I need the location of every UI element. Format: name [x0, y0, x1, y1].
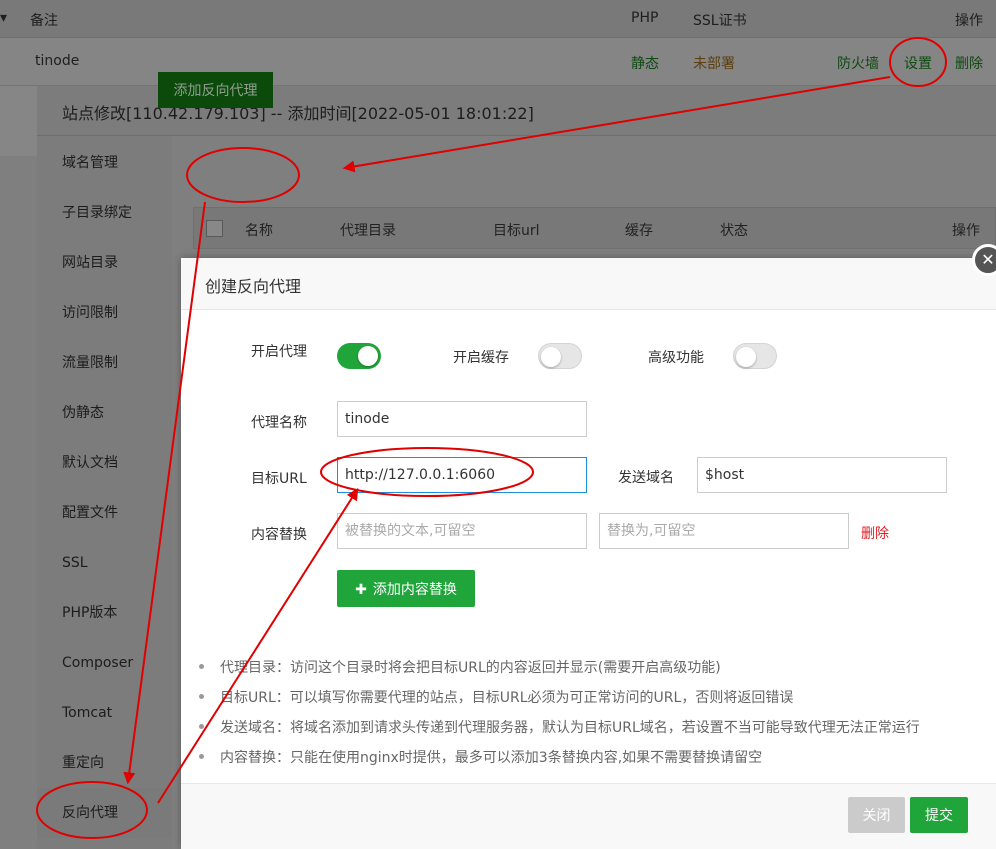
firewall-link[interactable]: 防火墙	[837, 53, 879, 73]
site-ssl-status[interactable]: 未部署	[693, 53, 735, 73]
target-url-input[interactable]	[337, 457, 587, 493]
sidebar-item-subdir[interactable]: 子目录绑定	[37, 188, 172, 238]
select-all-checkbox[interactable]	[206, 220, 223, 237]
close-icon[interactable]: ✕	[972, 244, 996, 276]
send-domain-input[interactable]	[697, 457, 947, 493]
target-url-label: 目标URL	[251, 471, 307, 487]
site-php-status[interactable]: 静态	[631, 53, 659, 73]
enable-proxy-label: 开启代理	[251, 344, 307, 360]
toggle-knob	[358, 346, 378, 366]
chevron-down-icon: ▾	[0, 10, 8, 26]
site-row: tinode 静态 未部署 防火墙 设置 删除	[0, 38, 996, 86]
add-content-replace-button[interactable]: ✚ 添加内容替换	[337, 570, 475, 607]
create-proxy-title-bar: 创建反向代理	[181, 258, 996, 310]
add-content-replace-label: 添加内容替换	[372, 581, 457, 598]
col-status: 状态	[720, 223, 748, 239]
sidebar-item-redirect[interactable]: 重定向	[37, 738, 172, 788]
site-settings-sidebar: 域名管理 子目录绑定 网站目录 访问限制 流量限制 伪静态 默认文档 配置文件 …	[37, 136, 172, 849]
submit-button[interactable]: 提交	[910, 797, 968, 833]
site-name[interactable]: tinode	[35, 53, 79, 69]
help-text: 代理目录：访问这个目录时将会把目标URL的内容返回并显示(需要开启高级功能)	[220, 660, 721, 676]
enable-cache-label: 开启缓存	[453, 350, 509, 366]
replace-label: 内容替换	[251, 527, 307, 543]
site-list-header: ▾ 备注 PHP SSL证书 操作	[0, 0, 996, 38]
sidebar-item-composer[interactable]: Composer	[37, 638, 172, 688]
replace-to-input[interactable]	[599, 513, 849, 549]
replace-delete-link[interactable]: 删除	[861, 523, 889, 543]
proxy-table-header: 名称 代理目录 目标url 缓存 状态 操作	[193, 207, 996, 249]
site-modify-title: 站点修改[110.42.179.103] -- 添加时间[2022-05-01 …	[62, 104, 534, 123]
proxy-name-input[interactable]	[337, 401, 587, 437]
help-text: 内容替换：只能在使用nginx时提供，最多可以添加3条替换内容,如果不需要替换请…	[220, 750, 763, 766]
help-text: 发送域名：将域名添加到请求头传递到代理服务器，默认为目标URL域名，若设置不当可…	[220, 720, 920, 736]
replace-from-input[interactable]	[337, 513, 587, 549]
col-cache: 缓存	[625, 223, 653, 239]
create-proxy-title: 创建反向代理	[205, 277, 302, 296]
col-name: 名称	[245, 223, 273, 239]
sidebar-item-config-file[interactable]: 配置文件	[37, 488, 172, 538]
sidebar-item-traffic-limit[interactable]: 流量限制	[37, 338, 172, 388]
send-domain-label: 发送域名	[618, 470, 674, 486]
help-text: 目标URL：可以填写你需要代理的站点，目标URL必须为可正常访问的URL，否则将…	[220, 690, 794, 706]
sidebar-item-rewrite[interactable]: 伪静态	[37, 388, 172, 438]
sidebar-item-domain[interactable]: 域名管理	[37, 138, 172, 188]
enable-proxy-toggle[interactable]	[337, 343, 381, 369]
sidebar-item-default-doc[interactable]: 默认文档	[37, 438, 172, 488]
sidebar-item-php-version[interactable]: PHP版本	[37, 588, 172, 638]
header-remark: 备注	[30, 13, 58, 29]
bullet-icon	[199, 694, 204, 699]
bullet-icon	[199, 664, 204, 669]
close-button[interactable]: 关闭	[848, 797, 905, 833]
add-reverse-proxy-button[interactable]: 添加反向代理	[158, 72, 273, 108]
sidebar-item-access-limit[interactable]: 访问限制	[37, 288, 172, 338]
col-target-url: 目标url	[493, 223, 540, 239]
toggle-knob	[541, 347, 561, 367]
header-php: PHP	[631, 10, 659, 26]
bullet-icon	[199, 724, 204, 729]
enable-cache-toggle[interactable]	[538, 343, 582, 369]
sidebar-item-site-dir[interactable]: 网站目录	[37, 238, 172, 288]
plus-icon: ✚	[355, 581, 367, 598]
advanced-label: 高级功能	[648, 350, 704, 366]
delete-link[interactable]: 删除	[955, 53, 983, 73]
col-ops: 操作	[952, 223, 980, 239]
settings-link[interactable]: 设置	[904, 53, 932, 73]
toggle-knob	[736, 347, 756, 367]
header-ops: 操作	[955, 13, 983, 29]
col-proxy-dir: 代理目录	[340, 223, 396, 239]
header-ssl: SSL证书	[693, 13, 747, 29]
sidebar-item-reverse-proxy[interactable]: 反向代理	[37, 788, 172, 838]
proxy-name-label: 代理名称	[251, 415, 307, 431]
bullet-icon	[199, 754, 204, 759]
sidebar-item-tomcat[interactable]: Tomcat	[37, 688, 172, 738]
advanced-toggle[interactable]	[733, 343, 777, 369]
sidebar-item-ssl[interactable]: SSL	[37, 538, 172, 588]
